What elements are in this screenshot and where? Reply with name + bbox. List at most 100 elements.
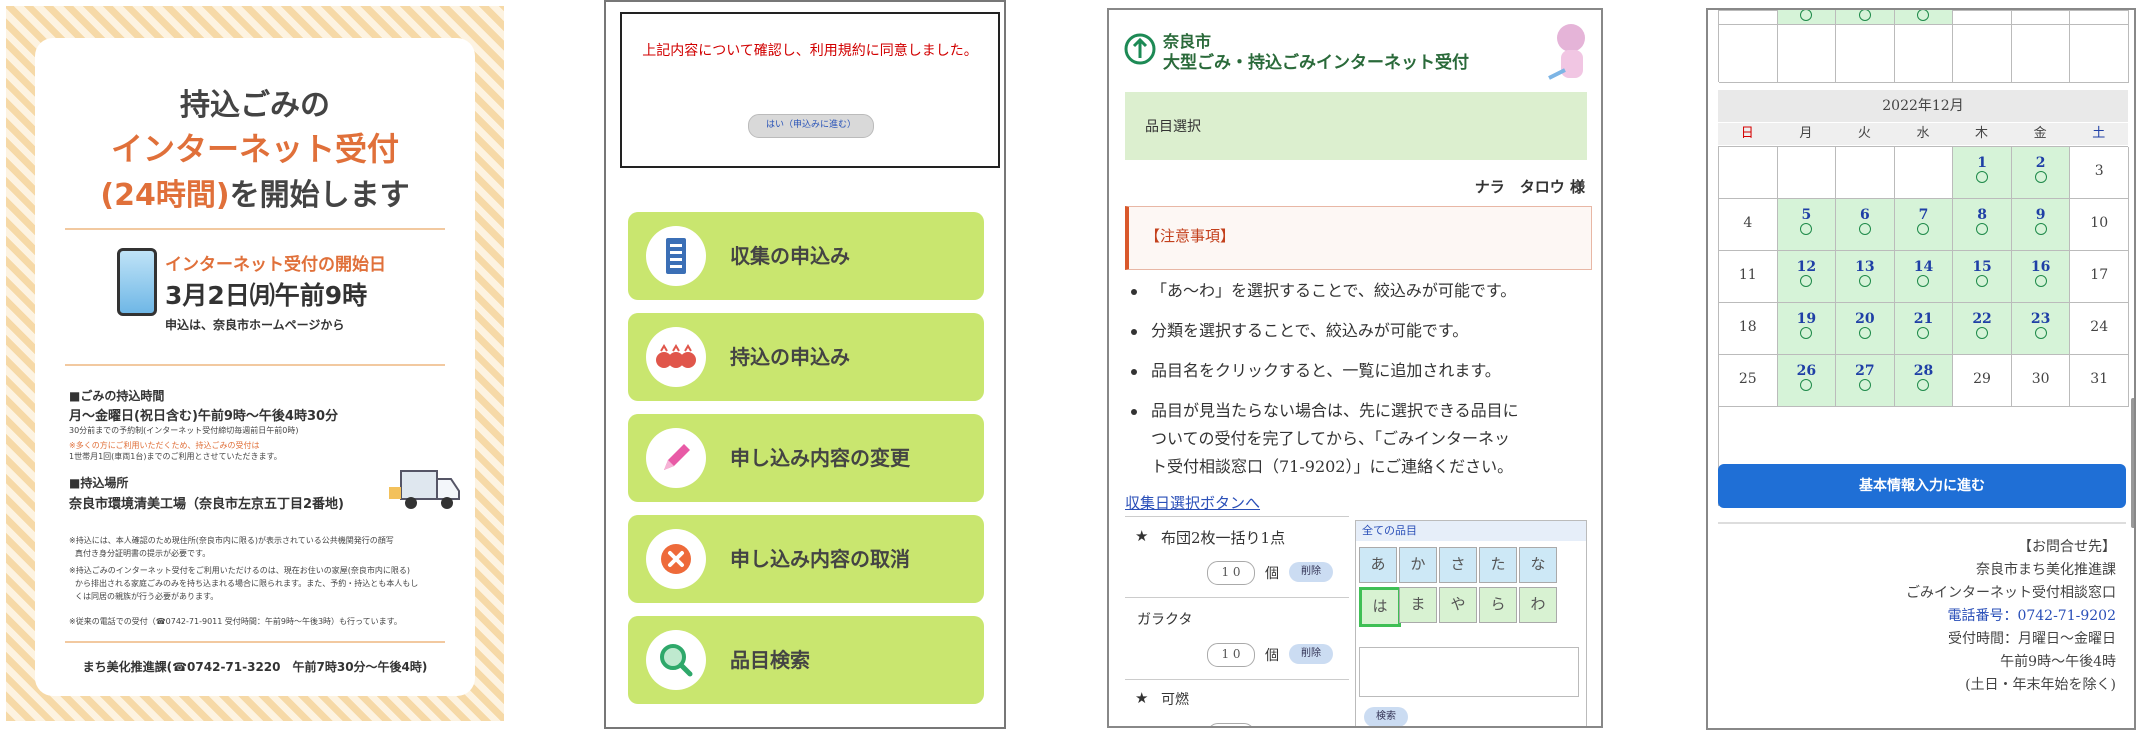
hours-note: ※多くの方にご利用いただくため、持込ごみの受付は xyxy=(69,441,260,450)
day-number xyxy=(1778,147,1836,163)
kana-wa-button[interactable]: わ xyxy=(1519,587,1557,623)
calendar-day-8[interactable]: 8 xyxy=(1953,199,2012,251)
kana-na-button[interactable]: な xyxy=(1519,547,1557,583)
menu-collect-button[interactable]: 収集の申込み xyxy=(628,212,984,300)
user-name: ナラ タロウ 様 xyxy=(1474,178,1585,196)
previous-month-cell xyxy=(1894,25,1954,83)
calendar-day-23[interactable]: 23 xyxy=(2011,303,2071,355)
fine-print: くは同居の親族が行う必要があります。 xyxy=(75,592,219,601)
previous-month-cell xyxy=(1894,10,1954,25)
calendar-day-25: 25 xyxy=(1719,355,1778,407)
agree-button[interactable]: はい（申込みに進む） xyxy=(748,114,874,138)
calendar-day-21[interactable]: 21 xyxy=(1894,303,1954,355)
kana-ma-button[interactable]: ま xyxy=(1399,587,1437,623)
delete-button[interactable]: 削除 xyxy=(1289,644,1333,664)
poster-title-line2: インターネット受付 xyxy=(110,130,399,168)
calendar-day-27[interactable]: 27 xyxy=(1836,355,1895,407)
scrollbar-thumb[interactable] xyxy=(2131,398,2134,528)
available-circle-icon xyxy=(1800,327,1813,339)
divider xyxy=(65,641,445,643)
kana-sa-button[interactable]: さ xyxy=(1439,547,1477,583)
calendar-day-12[interactable]: 12 xyxy=(1777,251,1837,303)
fine-print: 真付き身分証明書の提示が必要です。 xyxy=(75,549,211,558)
day-number: 11 xyxy=(1738,267,1757,283)
day-number: 24 xyxy=(2090,319,2109,335)
divider xyxy=(65,364,445,366)
day-number xyxy=(1895,147,1953,163)
calendar-day-1[interactable]: 1 xyxy=(1953,147,2012,199)
menu-bring-button[interactable]: 持込の申込み xyxy=(628,313,984,401)
day-number: 18 xyxy=(1738,319,1757,335)
quantity-input[interactable]: 1 0 xyxy=(1207,643,1255,667)
kana-ya-button[interactable]: や xyxy=(1439,587,1477,623)
fine-print: から排出される家庭ごみのみを持ち込まれる場合に限られます。また、予約・持込とも本… xyxy=(75,579,419,588)
available-circle-icon xyxy=(2034,327,2047,339)
item-name: ガラクタ xyxy=(1137,612,1193,628)
calendar-day-13[interactable]: 13 xyxy=(1836,251,1895,303)
calendar-day-20[interactable]: 20 xyxy=(1836,303,1895,355)
fine-print: ※持込には、本人確認のため現住所(奈良市内に限る)が表示されている公共機関発行の… xyxy=(69,536,394,545)
quantity-input[interactable]: 1 0 xyxy=(1207,561,1255,585)
calendar-day-15[interactable]: 15 xyxy=(1953,251,2012,303)
day-number: 29 xyxy=(1973,371,1991,387)
contact-hours: 受付時間：月曜日～金曜日 xyxy=(1948,631,2116,647)
kana-a-button[interactable]: あ xyxy=(1359,547,1397,583)
poster-title-start: を開始します xyxy=(229,178,410,213)
calendar-day-14[interactable]: 14 xyxy=(1894,251,1954,303)
section-title: 品目選択 xyxy=(1145,119,1201,135)
calendar-day-7[interactable]: 7 xyxy=(1894,199,1954,251)
category-list[interactable] xyxy=(1359,647,1579,697)
menu-change-button[interactable]: 申し込み内容の変更 xyxy=(628,414,984,502)
kana-ha-button[interactable]: は xyxy=(1359,587,1401,627)
smartphone-icon xyxy=(117,248,157,316)
calendar-day-2[interactable]: 2 xyxy=(2011,147,2071,199)
contact-heading: 【お問合せ先】 xyxy=(2018,539,2116,555)
day-number: 20 xyxy=(1855,311,1875,327)
available-circle-icon xyxy=(1858,223,1871,235)
quantity-input[interactable] xyxy=(1207,723,1255,726)
calendar-day-26[interactable]: 26 xyxy=(1777,355,1837,407)
date-select-link[interactable]: 収集日選択ボタンへ xyxy=(1125,492,1260,513)
calendar-day-28[interactable]: 28 xyxy=(1894,355,1954,407)
calendar-day-9[interactable]: 9 xyxy=(2011,199,2071,251)
day-number: 7 xyxy=(1918,207,1929,223)
place-text: 奈良市環境清美工場（奈良市左京五丁目2番地) xyxy=(69,497,344,512)
calendar-day-22[interactable]: 22 xyxy=(1953,303,2012,355)
contact-phone-link[interactable]: 電話番号：0742-71-9202 xyxy=(1947,605,2116,628)
available-circle-icon xyxy=(1917,379,1930,391)
weekday-3: 水 xyxy=(1916,126,1930,141)
divider xyxy=(1718,522,2126,524)
all-items-tab[interactable]: 全ての品目 xyxy=(1356,521,1586,541)
calendar-empty-cell xyxy=(1719,147,1778,199)
calendar-day-11: 11 xyxy=(1719,251,1778,303)
menu-search-button[interactable]: 品目検索 xyxy=(628,616,984,704)
available-circle-icon xyxy=(1858,379,1871,391)
available-circle-icon xyxy=(1976,327,1989,339)
calendar-day-6[interactable]: 6 xyxy=(1836,199,1895,251)
kana-filter: 全ての品目 あ か さ た な は ま や ら わ 検索 xyxy=(1355,520,1587,726)
next-step-button[interactable]: 基本情報入力に進む xyxy=(1718,464,2126,508)
available-circle-icon xyxy=(1917,327,1930,339)
calendar-day-30: 30 xyxy=(2011,355,2071,407)
day-number: 28 xyxy=(1913,363,1934,379)
kana-ra-button[interactable]: ら xyxy=(1479,587,1517,623)
search-button[interactable]: 検索 xyxy=(1364,707,1408,726)
day-number: 9 xyxy=(2035,207,2046,223)
start-heading: インターネット受付の開始日 xyxy=(165,255,386,275)
place-heading: ■持込場所 xyxy=(69,476,129,490)
menu-cancel-button[interactable]: 申し込み内容の取消 xyxy=(628,515,984,603)
kana-ta-button[interactable]: た xyxy=(1479,547,1517,583)
available-circle-icon xyxy=(1858,327,1871,339)
delete-button[interactable]: 削除 xyxy=(1289,562,1333,582)
notice-bullet-cont: ト受付相談窓口（71-9202）」にご連絡ください。 xyxy=(1151,457,1514,476)
weekday-2: 火 xyxy=(1857,126,1871,141)
available-circle-icon xyxy=(1800,10,1813,21)
apply-from: 申込は、奈良市ホームページから xyxy=(165,318,345,332)
day-number: 12 xyxy=(1796,259,1817,275)
calendar-day-19[interactable]: 19 xyxy=(1777,303,1837,355)
kana-ka-button[interactable]: か xyxy=(1399,547,1437,583)
notice-heading: 【注意事項】 xyxy=(1145,227,1236,245)
building-icon xyxy=(646,226,706,286)
calendar-day-16[interactable]: 16 xyxy=(2011,251,2071,303)
calendar-day-5[interactable]: 5 xyxy=(1777,199,1837,251)
